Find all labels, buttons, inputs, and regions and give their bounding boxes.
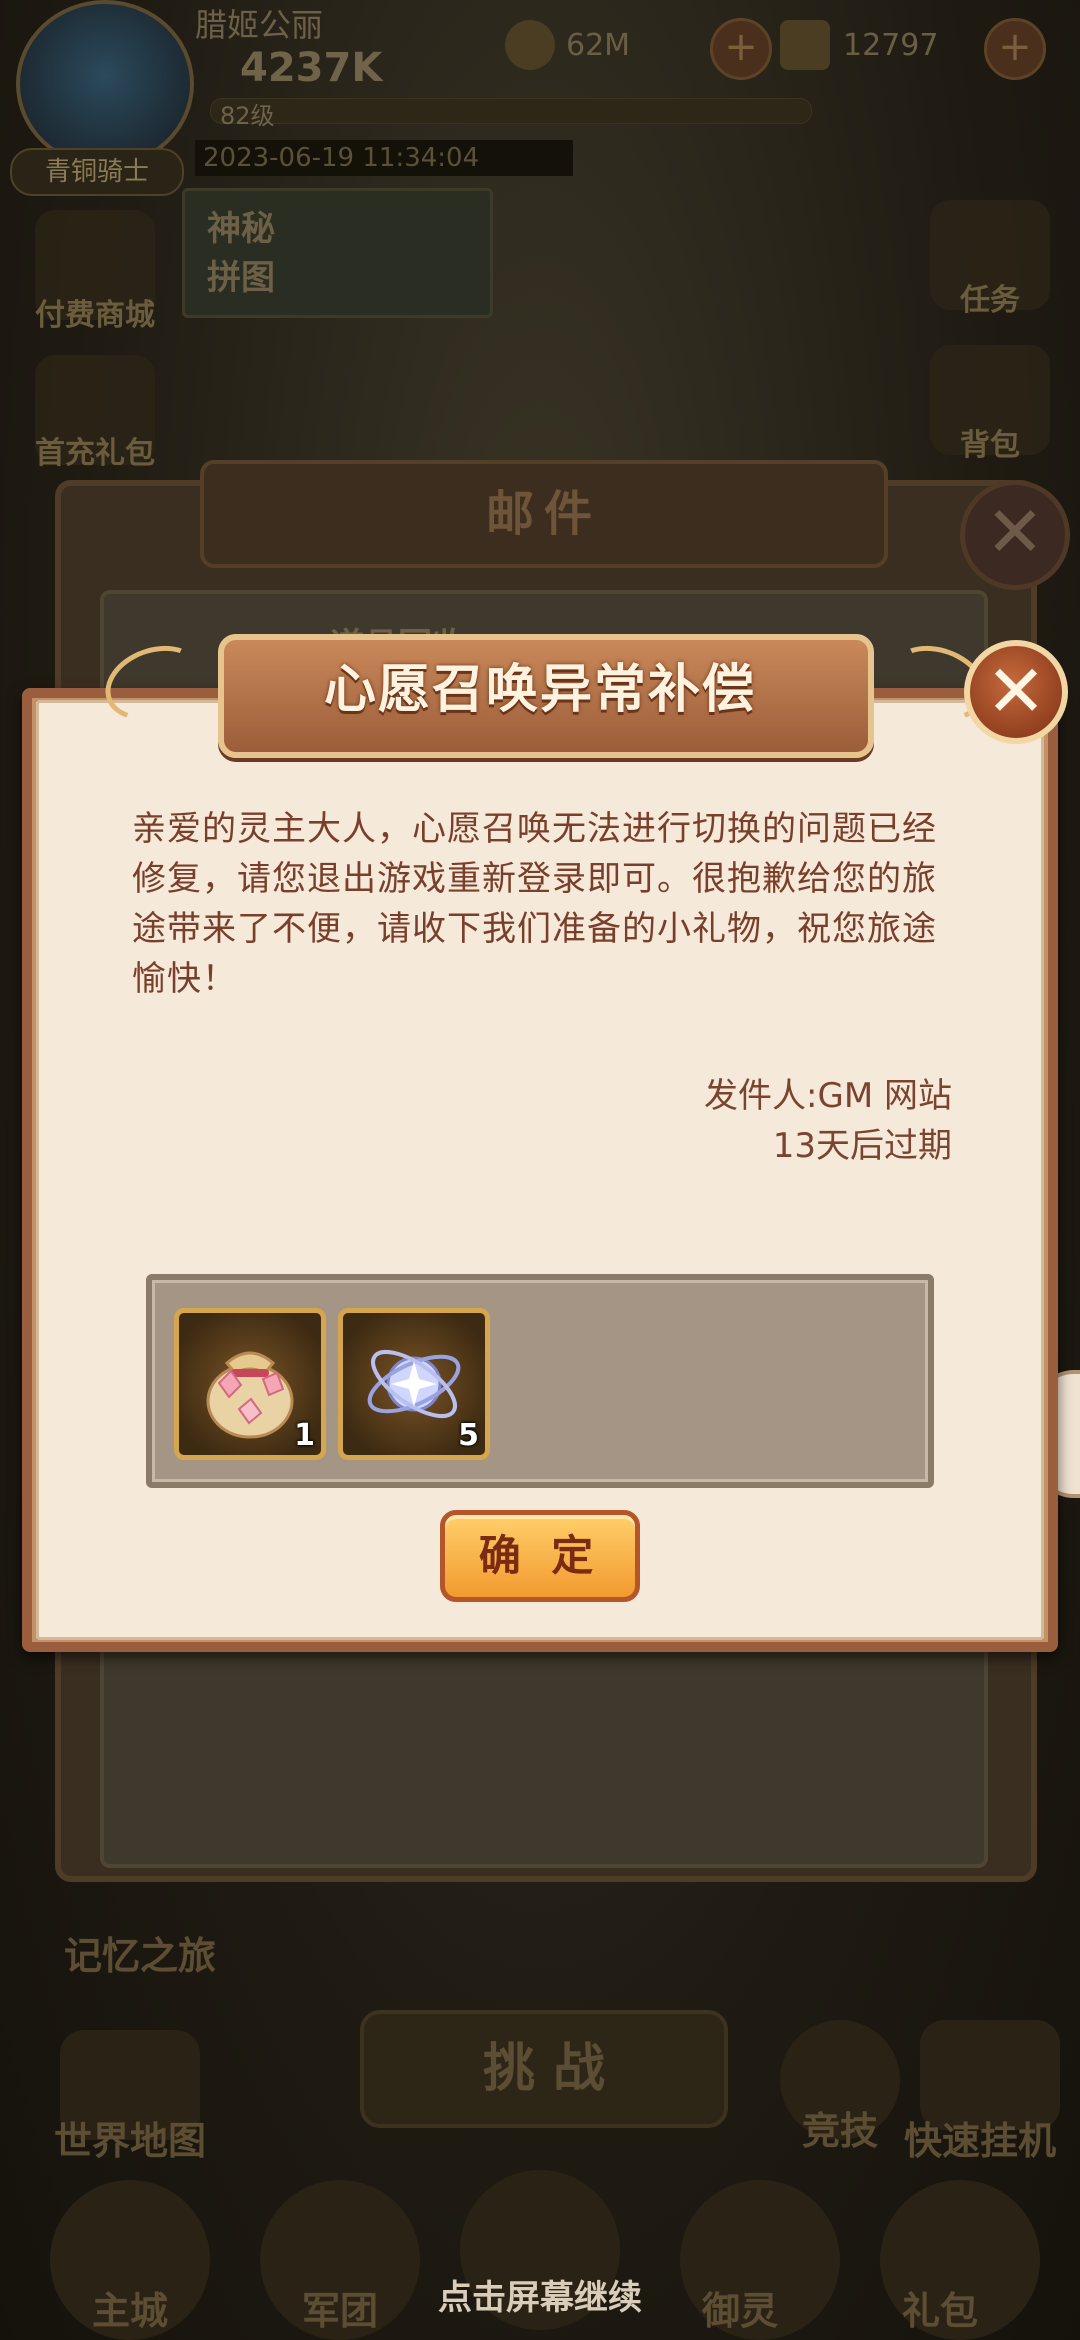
reward-count: 5 — [458, 1418, 479, 1453]
continue-hint[interactable]: 点击屏幕继续 — [340, 2270, 740, 2319]
tab-gift-pack[interactable]: 礼包 — [840, 2280, 1040, 2335]
add-gold-button[interactable]: + — [710, 18, 772, 80]
event-banner-label: 神秘 拼图 — [207, 209, 275, 298]
gold-amount: 62M — [566, 28, 631, 63]
side-item-shop[interactable]: 付费商城 — [20, 290, 170, 334]
player-name: 腊姬公丽 — [195, 6, 324, 44]
mail-body-text: 亲爱的灵主大人，心愿召唤无法进行切换的问题已经修复，请您退出游戏重新登录即可。很… — [132, 809, 937, 999]
rank-badge: 青铜骑士 — [10, 148, 184, 196]
side-item-task[interactable]: 任务 — [920, 275, 1060, 319]
dialog-title: 心愿召唤异常补偿 — [323, 660, 756, 720]
mail-sender: 发件人:GM 网站 — [704, 1076, 952, 1116]
tab-main-city[interactable]: 主城 — [30, 2280, 230, 2335]
close-icon[interactable]: ✕ — [964, 640, 1068, 744]
challenge-button[interactable]: 挑 战 — [360, 2010, 728, 2128]
mail-expiry: 13天后过期 — [772, 1126, 952, 1166]
player-avatar[interactable] — [16, 0, 194, 168]
memory-trip-label[interactable]: 记忆之旅 — [40, 1925, 240, 1980]
side-item-first-recharge[interactable]: 首充礼包 — [20, 428, 170, 472]
reward-count: 1 — [294, 1418, 315, 1453]
world-map-label[interactable]: 世界地图 — [30, 2110, 230, 2165]
gold-coin-icon — [505, 20, 555, 70]
mail-panel-title: 邮件 — [200, 460, 888, 568]
gem-amount: 12797 — [843, 28, 939, 63]
gem-icon — [780, 20, 830, 70]
power-value: 4237K — [240, 45, 383, 91]
mail-close-icon[interactable]: ✕ — [960, 480, 1070, 590]
reward-item[interactable]: 1 — [174, 1308, 326, 1460]
server-datetime: 2023-06-19 11:34:04 — [195, 140, 573, 176]
side-item-bag[interactable]: 背包 — [920, 420, 1060, 464]
quick-hangup-label[interactable]: 快速挂机 — [880, 2110, 1080, 2165]
reward-item[interactable]: 5 — [338, 1308, 490, 1460]
add-gem-button[interactable]: + — [984, 18, 1046, 80]
level-label: 82级 — [220, 102, 275, 130]
confirm-button[interactable]: 确 定 — [440, 1510, 640, 1602]
level-progress-bar — [210, 98, 812, 124]
event-banner[interactable]: 神秘 拼图 — [182, 188, 493, 318]
